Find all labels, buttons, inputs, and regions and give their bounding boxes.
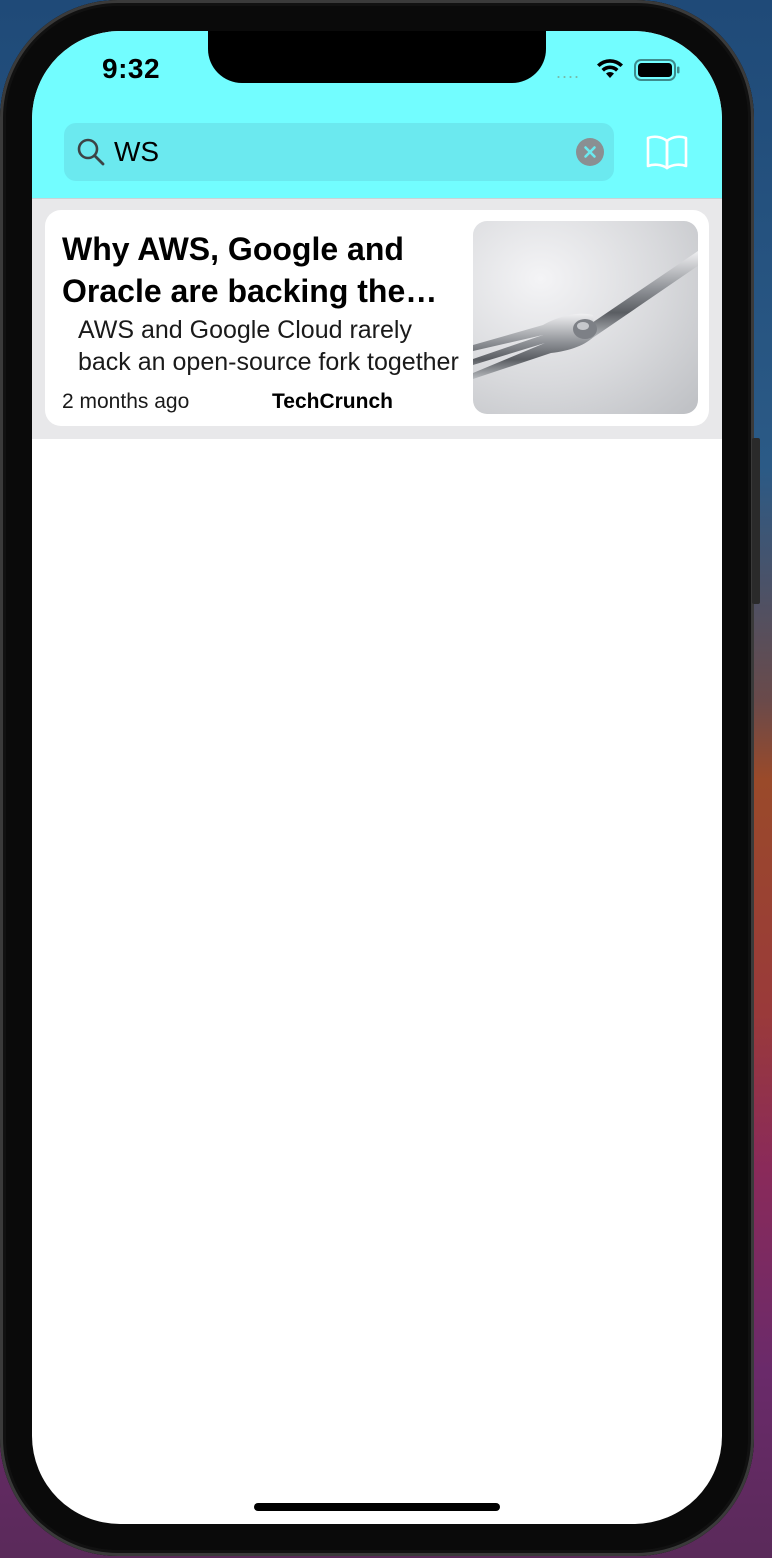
home-indicator[interactable]	[254, 1503, 500, 1511]
clear-icon[interactable]	[576, 138, 604, 166]
article-description: AWS and Google Cloud rarely back an open…	[78, 316, 459, 376]
fork-illustration	[473, 251, 698, 379]
device-side-button	[752, 438, 760, 604]
clear-x-glyph	[584, 146, 596, 158]
search-icon	[77, 138, 105, 166]
header: 9:32 .... WS	[32, 31, 722, 199]
fork-image	[473, 221, 698, 414]
book-icon[interactable]	[646, 133, 688, 171]
search-input[interactable]: WS	[114, 135, 159, 169]
article-source: TechCrunch	[272, 390, 393, 413]
article-list: Why AWS, Google and Oracle are backing t…	[32, 199, 722, 439]
article-title: Why AWS, Google and Oracle are backing t…	[62, 231, 406, 309]
search-bar[interactable]: WS	[64, 123, 614, 181]
notch	[208, 31, 546, 83]
status-time: 9:32	[102, 53, 161, 84]
article-card[interactable]: Why AWS, Google and Oracle are backing t…	[45, 210, 709, 426]
wifi-icon	[597, 59, 623, 78]
article-time: 2 months ago	[62, 390, 190, 413]
cellular-signal: ....	[556, 62, 581, 82]
screen: 9:32 .... WS Why AWS, Google and Oracle …	[32, 31, 722, 1524]
battery-icon	[634, 59, 680, 81]
